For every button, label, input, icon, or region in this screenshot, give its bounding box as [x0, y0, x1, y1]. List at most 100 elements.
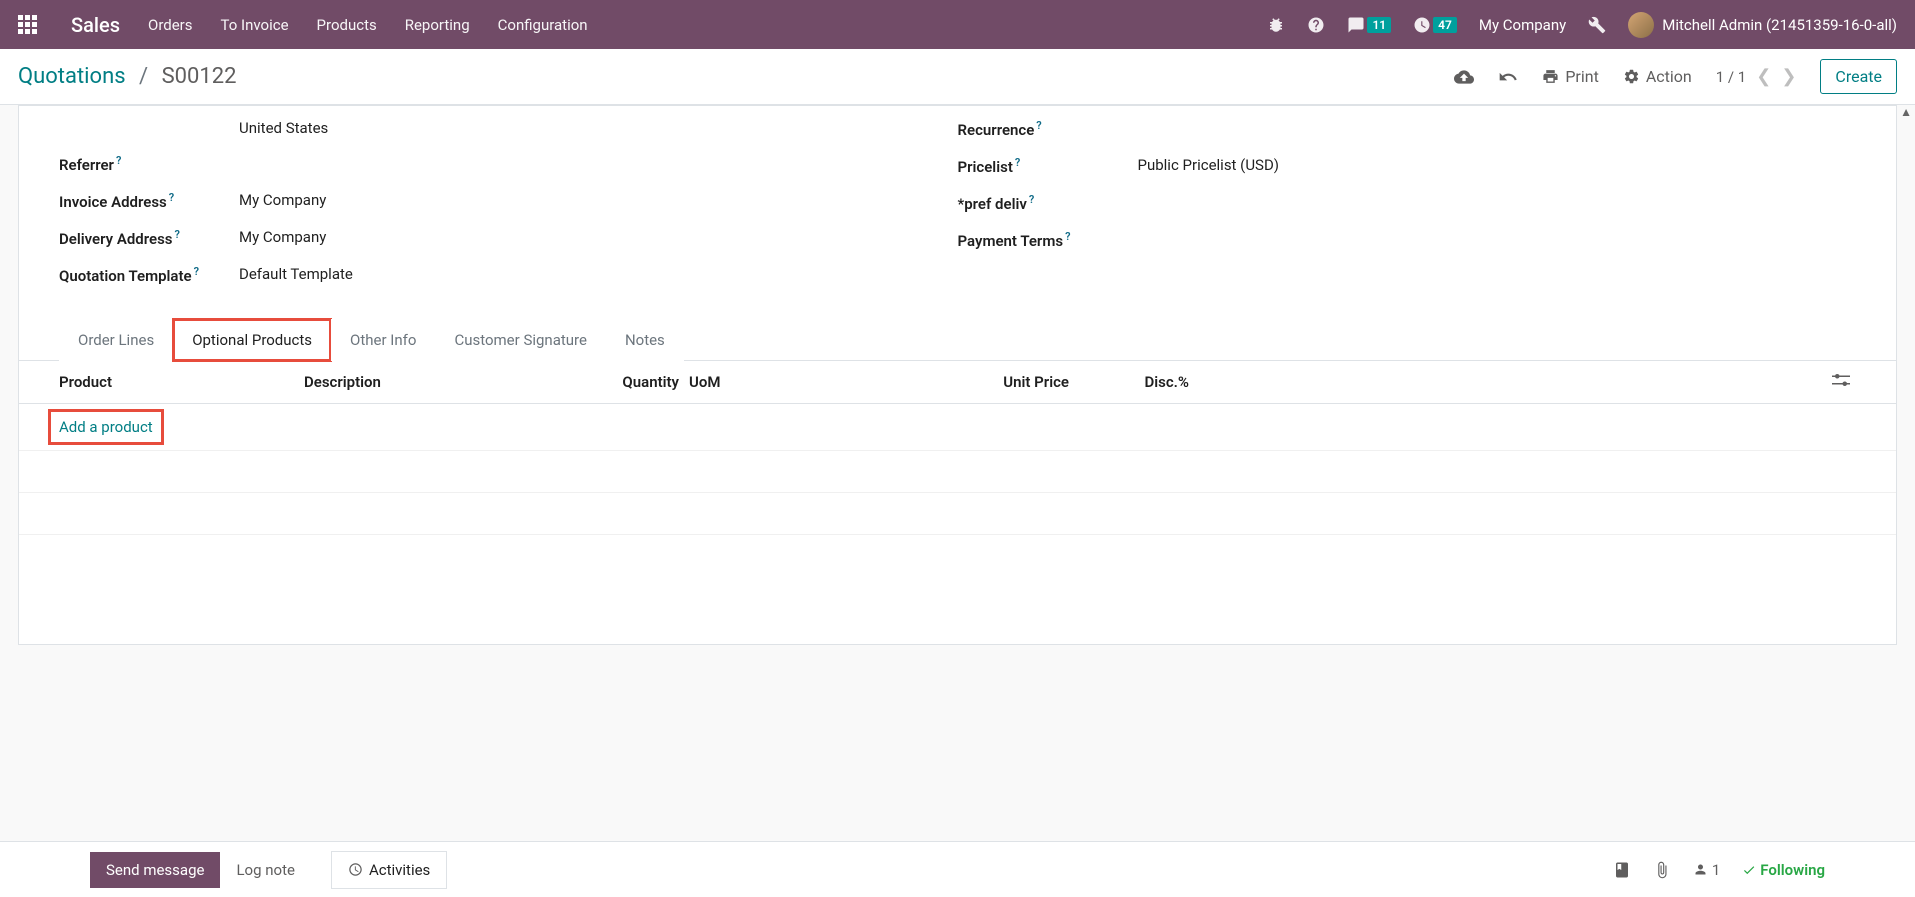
field-row: Invoice Address? My Company [59, 188, 958, 211]
messages-button[interactable]: 11 [1347, 16, 1391, 34]
bug-icon[interactable] [1267, 16, 1285, 34]
messages-badge: 11 [1367, 17, 1391, 33]
breadcrumb-parent[interactable]: Quotations [18, 64, 126, 89]
product-table: Product Description Quantity UoM Unit Pr… [19, 361, 1896, 605]
col-description: Description [304, 373, 594, 391]
nav-configuration[interactable]: Configuration [498, 16, 588, 34]
follower-count[interactable]: 1 [1693, 861, 1720, 879]
field-row: Quotation Template? Default Template [59, 262, 958, 285]
tools-icon[interactable] [1588, 16, 1606, 34]
tab-other-info[interactable]: Other Info [331, 319, 435, 361]
country-value[interactable]: United States [239, 116, 328, 137]
columns-settings-icon[interactable] [1832, 373, 1850, 387]
table-row-empty [19, 535, 1896, 605]
action-button[interactable]: Action [1623, 67, 1692, 86]
tab-notes[interactable]: Notes [606, 319, 684, 361]
delivery-address-value[interactable]: My Company [239, 225, 326, 246]
table-header: Product Description Quantity UoM Unit Pr… [19, 361, 1896, 404]
tabs: Order Lines Optional Products Other Info… [19, 319, 1896, 361]
col-unit-price: Unit Price [949, 373, 1069, 391]
col-uom: UoM [679, 373, 949, 391]
clock-icon [1413, 16, 1431, 34]
tab-customer-signature[interactable]: Customer Signature [435, 319, 606, 361]
table-body: Add a product [19, 404, 1896, 605]
form-fields: United States Referrer? Invoice Address?… [19, 106, 1896, 319]
cloud-upload-icon[interactable] [1454, 67, 1474, 87]
invoice-address-label: Invoice Address? [59, 188, 239, 211]
nav-to-invoice[interactable]: To Invoice [221, 16, 289, 34]
pricelist-label: Pricelist? [958, 153, 1138, 176]
print-button[interactable]: Print [1542, 67, 1598, 86]
activities-button[interactable]: Activities [331, 851, 447, 889]
nav-orders[interactable]: Orders [148, 16, 193, 34]
send-message-button[interactable]: Send message [90, 852, 220, 888]
activities-badge: 47 [1433, 17, 1457, 33]
col-product: Product [59, 373, 304, 391]
form-col-left: United States Referrer? Invoice Address?… [59, 116, 958, 299]
company-switcher[interactable]: My Company [1479, 16, 1566, 34]
field-row: Pricelist? Public Pricelist (USD) [958, 153, 1857, 176]
help-icon[interactable]: ? [169, 191, 174, 204]
form-sheet: United States Referrer? Invoice Address?… [18, 105, 1897, 645]
app-name[interactable]: Sales [71, 13, 120, 37]
help-icon[interactable]: ? [1015, 156, 1020, 169]
navbar-left: Sales Orders To Invoice Products Reporti… [18, 13, 588, 37]
form-wrapper: United States Referrer? Invoice Address?… [0, 105, 1915, 645]
avatar [1628, 12, 1654, 38]
following-button[interactable]: Following [1742, 861, 1825, 879]
col-disc: Disc.% [1069, 373, 1189, 391]
quotation-template-label: Quotation Template? [59, 262, 239, 285]
main-navbar: Sales Orders To Invoice Products Reporti… [0, 0, 1915, 49]
nav-products[interactable]: Products [317, 16, 377, 34]
table-row-empty [19, 451, 1896, 493]
chat-icon [1347, 16, 1365, 34]
user-name: Mitchell Admin (21451359-16-0-all) [1662, 16, 1897, 34]
field-row: *pref deliv? [958, 190, 1857, 213]
undo-icon[interactable] [1498, 67, 1518, 87]
clock-icon [348, 862, 363, 877]
delivery-address-label: Delivery Address? [59, 225, 239, 248]
help-icon[interactable]: ? [1065, 230, 1070, 243]
referrer-label: Referrer? [59, 151, 239, 174]
nav-reporting[interactable]: Reporting [405, 16, 470, 34]
help-icon[interactable]: ? [1036, 119, 1041, 132]
breadcrumb-current: S00122 [162, 64, 237, 89]
tab-optional-products[interactable]: Optional Products [173, 319, 331, 361]
pager: 1 / 1 ❮ ❯ [1716, 66, 1797, 87]
create-button[interactable]: Create [1820, 59, 1897, 94]
help-icon[interactable]: ? [1029, 193, 1034, 206]
pager-prev-icon[interactable]: ❮ [1756, 66, 1771, 87]
attachment-icon[interactable] [1653, 861, 1671, 879]
pricelist-value[interactable]: Public Pricelist (USD) [1138, 153, 1280, 174]
activities-button[interactable]: 47 [1413, 16, 1457, 34]
field-row: United States [59, 116, 958, 137]
scroll-up-icon[interactable]: ▲ [1900, 105, 1912, 119]
user-menu[interactable]: Mitchell Admin (21451359-16-0-all) [1628, 12, 1897, 38]
gear-icon [1623, 68, 1640, 85]
print-icon [1542, 68, 1559, 85]
breadcrumb: Quotations / S00122 [18, 64, 236, 89]
breadcrumb-bar: Quotations / S00122 Print Action 1 / 1 ❮… [0, 49, 1915, 105]
breadcrumb-sep: / [139, 64, 148, 89]
pref-deliv-label: *pref deliv? [958, 190, 1138, 213]
invoice-address-value[interactable]: My Company [239, 188, 326, 209]
person-icon [1693, 862, 1708, 877]
field-label-empty [59, 116, 239, 119]
quotation-template-value[interactable]: Default Template [239, 262, 353, 283]
help-icon[interactable]: ? [116, 154, 121, 167]
pager-next-icon[interactable]: ❯ [1781, 66, 1796, 87]
apps-icon[interactable] [18, 15, 37, 34]
payment-terms-label: Payment Terms? [958, 227, 1138, 250]
field-row: Delivery Address? My Company [59, 225, 958, 248]
book-icon[interactable] [1613, 861, 1631, 879]
log-note-button[interactable]: Log note [220, 852, 310, 888]
col-quantity: Quantity [594, 373, 679, 391]
recurrence-label: Recurrence? [958, 116, 1138, 139]
tab-order-lines[interactable]: Order Lines [59, 319, 173, 361]
chatter-right: 1 Following [1613, 861, 1825, 879]
support-icon[interactable] [1307, 16, 1325, 34]
navbar-right: 11 47 My Company Mitchell Admin (2145135… [1267, 12, 1897, 38]
help-icon[interactable]: ? [194, 265, 199, 278]
add-product-link[interactable]: Add a product [55, 416, 157, 438]
help-icon[interactable]: ? [175, 228, 180, 241]
